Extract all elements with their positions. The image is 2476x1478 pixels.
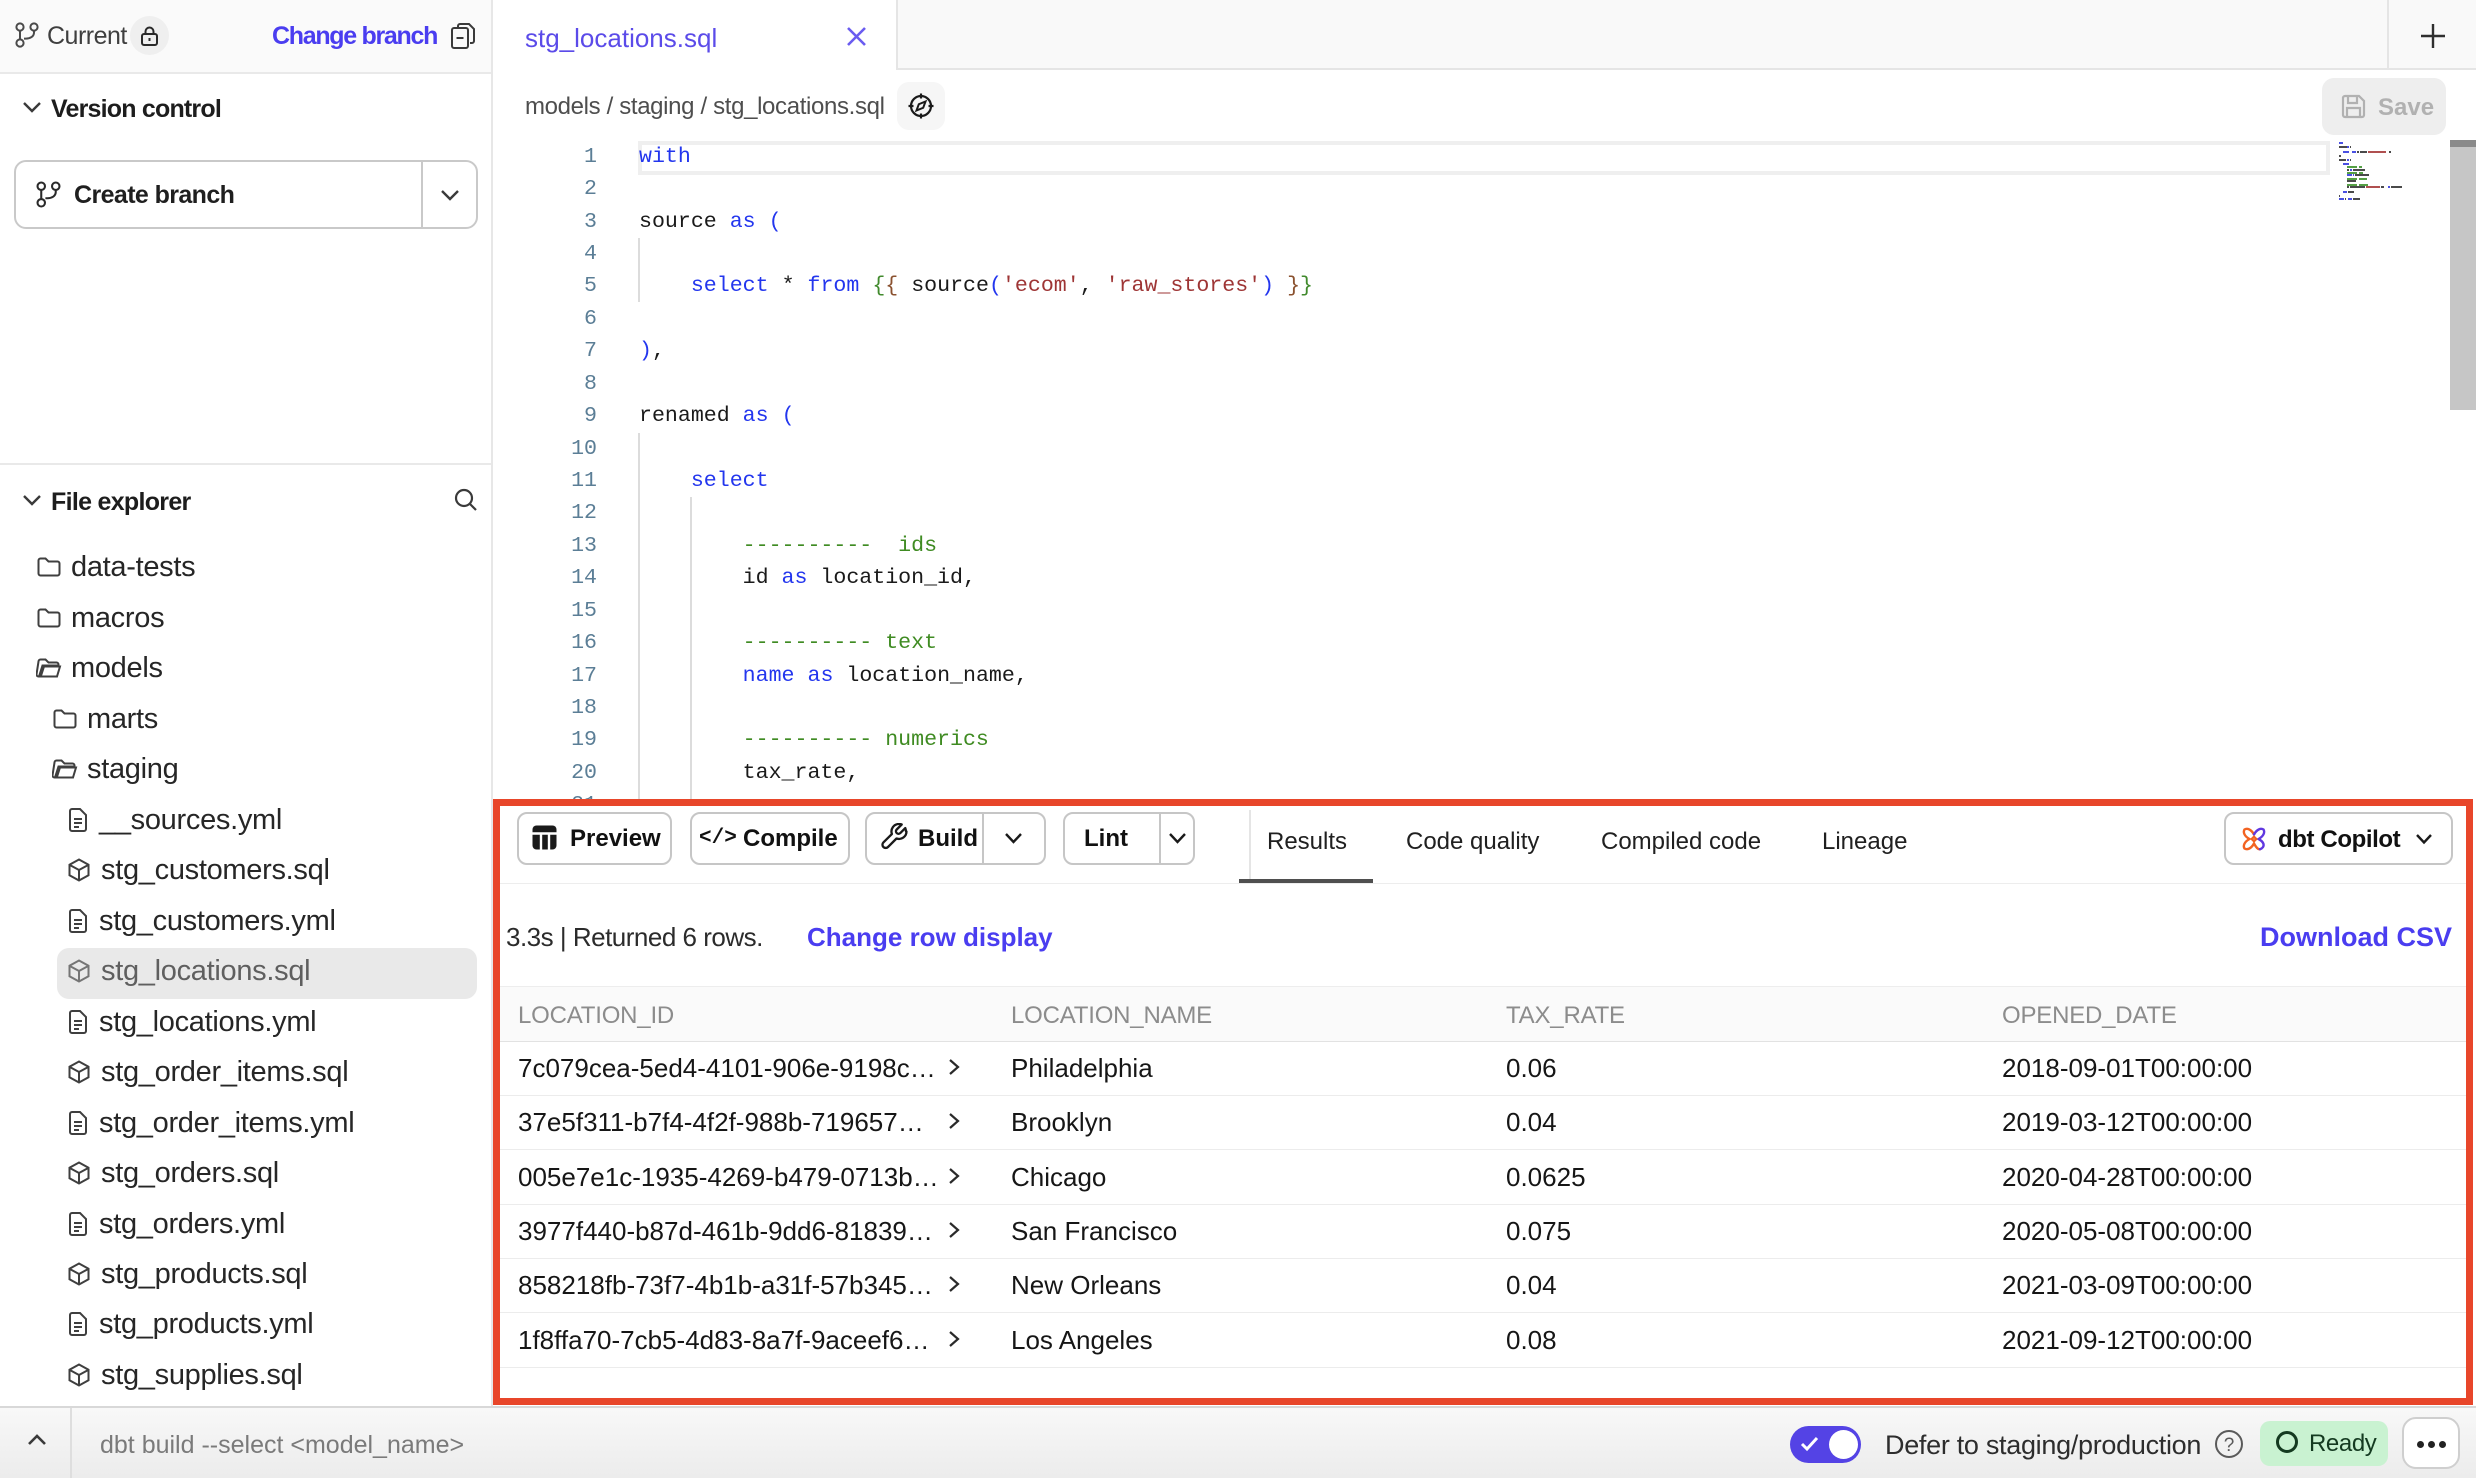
svg-text:?: ? xyxy=(2224,1435,2235,1456)
